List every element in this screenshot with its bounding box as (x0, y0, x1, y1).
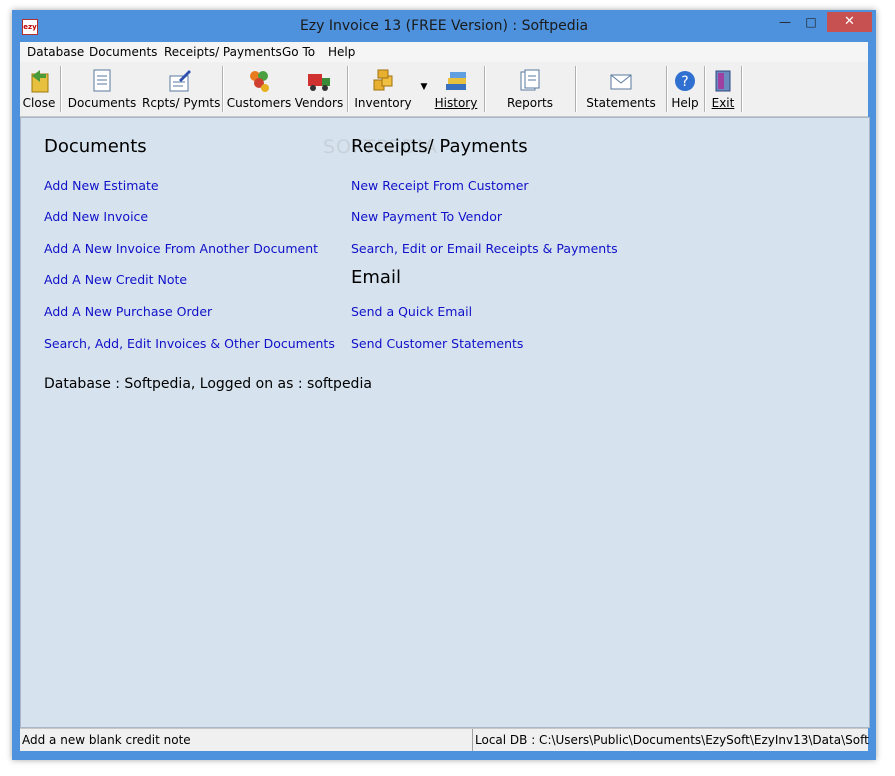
email-heading: Email (351, 267, 401, 288)
statements-button[interactable]: Statements (580, 64, 662, 114)
toolbar-separator (347, 66, 349, 112)
documents-button[interactable]: Documents (66, 64, 138, 114)
inventory-dropdown-arrow-icon[interactable]: ▼ (418, 82, 430, 102)
menu-help[interactable]: Help (328, 45, 355, 59)
minimize-button[interactable]: — (772, 12, 798, 32)
close-window-button[interactable]: ✕ (827, 12, 872, 32)
status-bar: Add a new blank credit note Local DB : C… (20, 728, 869, 751)
customers-icon (250, 71, 269, 92)
add-purchase-order-link[interactable]: Add A New Purchase Order (44, 304, 212, 319)
app-window: ezy Ezy Invoice 13 (FREE Version) : Soft… (12, 10, 876, 760)
toolbar-separator (222, 66, 224, 112)
close-button[interactable]: Close (22, 64, 56, 114)
new-receipt-link[interactable]: New Receipt From Customer (351, 178, 529, 193)
documents-icon (93, 69, 111, 92)
exit-button[interactable]: Exit (708, 64, 738, 114)
menu-bar: Database Documents Receipts/ Payments Go… (20, 42, 868, 62)
reports-icon (520, 69, 540, 91)
database-info: Database : Softpedia, Logged on as : sof… (44, 376, 372, 392)
receipt-pen-icon (169, 70, 191, 92)
toolbar-separator (60, 66, 62, 112)
inventory-button[interactable]: Inventory (352, 64, 414, 114)
documents-heading: Documents (44, 136, 147, 157)
add-credit-note-link[interactable]: Add A New Credit Note (44, 272, 187, 287)
toolbar-separator (575, 66, 577, 112)
add-invoice-from-document-link[interactable]: Add A New Invoice From Another Document (44, 241, 318, 256)
reports-button[interactable]: Reports (490, 64, 570, 114)
help-question-icon: ? (675, 71, 695, 91)
title-bar[interactable]: ezy Ezy Invoice 13 (FREE Version) : Soft… (12, 10, 876, 42)
toolbar-separator (704, 66, 706, 112)
vendors-button[interactable]: Vendors (294, 64, 344, 114)
status-db-path: Local DB : C:\Users\Public\Documents\Ezy… (475, 733, 869, 747)
menu-receipts-payments[interactable]: Receipts/ Payments (164, 45, 282, 59)
menu-database[interactable]: Database (27, 45, 84, 59)
menu-go-to[interactable]: Go To (282, 45, 315, 59)
receipts-payments-button[interactable]: Rcpts/ Pymts (142, 64, 220, 114)
history-books-icon (446, 72, 466, 90)
customers-button[interactable]: Customers (226, 64, 292, 114)
add-new-estimate-link[interactable]: Add New Estimate (44, 178, 159, 193)
history-button[interactable]: History (432, 64, 480, 114)
envelope-icon (610, 74, 632, 90)
maximize-button[interactable]: □ (798, 12, 824, 32)
status-message: Add a new blank credit note (22, 733, 191, 747)
send-statements-link[interactable]: Send Customer Statements (351, 336, 523, 351)
help-button[interactable]: ? Help (670, 64, 700, 114)
toolbar-separator (484, 66, 486, 112)
svg-text:?: ? (681, 74, 688, 90)
search-documents-link[interactable]: Search, Add, Edit Invoices & Other Docum… (44, 336, 335, 351)
main-panel: SOFTPEDIA Documents Add New Estimate Add… (20, 117, 870, 728)
status-db-panel: Local DB : C:\Users\Public\Documents\Ezy… (472, 729, 869, 751)
back-arrow-icon (31, 70, 49, 93)
search-receipts-link[interactable]: Search, Edit or Email Receipts & Payment… (351, 241, 618, 256)
window-title: Ezy Invoice 13 (FREE Version) : Softpedi… (299, 18, 589, 34)
toolbar-separator (741, 66, 743, 112)
toolbar-separator (666, 66, 668, 112)
boxes-icon (373, 69, 393, 91)
send-quick-email-link[interactable]: Send a Quick Email (351, 304, 472, 319)
truck-icon (308, 74, 330, 91)
add-new-invoice-link[interactable]: Add New Invoice (44, 209, 148, 224)
receipts-payments-heading: Receipts/ Payments (351, 136, 528, 157)
menu-documents[interactable]: Documents (89, 45, 157, 59)
toolbar: Close Documents Rcpts/ Pymts Customers V… (20, 62, 868, 117)
exit-door-icon (715, 70, 731, 92)
new-payment-link[interactable]: New Payment To Vendor (351, 209, 502, 224)
